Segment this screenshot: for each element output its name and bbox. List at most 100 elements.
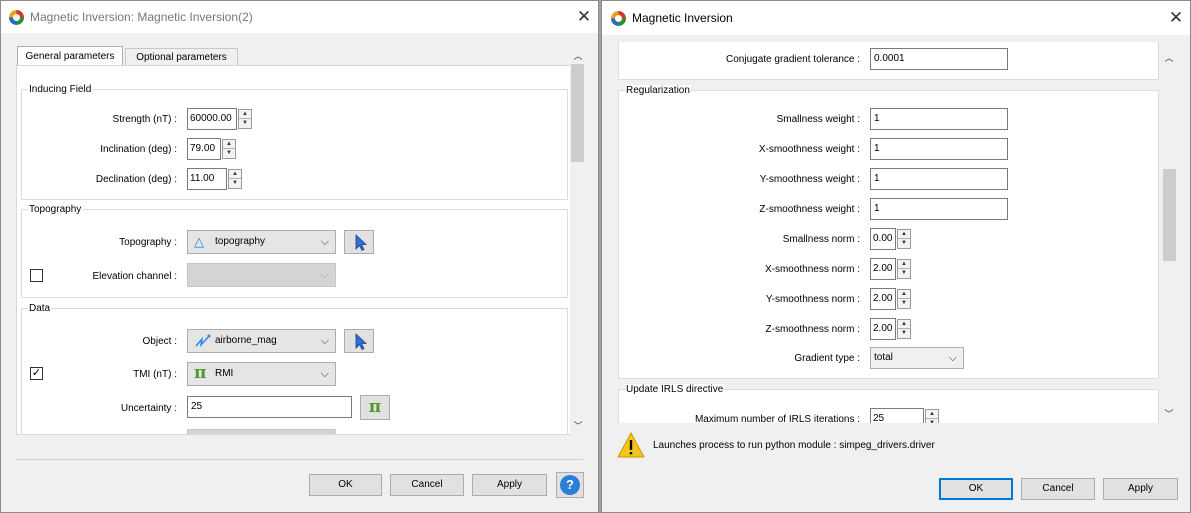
strength-input[interactable]: 60000.00 [187,108,237,130]
spin-down-icon[interactable]: ▼ [898,329,910,338]
general-parameters-panel: Inducing Field Strength (nT) : 60000.00 … [16,65,571,435]
chevron-down-icon: ⌵ [320,368,329,380]
tmi-dropdown[interactable]: π RMI ⌵ [187,362,336,386]
app-logo-icon [9,10,24,25]
left-title-bar[interactable]: Magnetic Inversion: Magnetic Inversion(2… [1,1,598,33]
hidden-row-dropdown[interactable] [187,429,336,434]
help-button[interactable]: ? [556,472,584,498]
status-message: Launches process to run python module : … [653,440,935,451]
smallness-weight-input[interactable]: 1 [870,108,1008,130]
scroll-down-icon[interactable]: ﹀ [570,419,586,432]
topography-title: Topography [28,204,83,215]
spin-down-icon[interactable]: ▼ [898,269,910,278]
y-smoothness-norm-label: Y-smoothness norm : [765,294,860,305]
gradient-type-label: Gradient type : [794,353,860,364]
scroll-up-icon[interactable]: ︿ [1161,51,1177,64]
spin-up-icon[interactable]: ▲ [229,170,241,179]
z-smoothness-norm-input[interactable]: 2.00 [870,318,896,340]
inducing-field-group: Inducing Field Strength (nT) : 60000.00 … [21,84,568,200]
scroll-up-icon[interactable]: ︿ [570,49,586,62]
left-close-icon[interactable]: ✕ [569,5,598,29]
left-window-title: Magnetic Inversion: Magnetic Inversion(2… [30,10,253,24]
declination-input[interactable]: 11.00 [187,168,227,190]
spin-down-icon[interactable]: ▼ [898,239,910,248]
cursor-arrow-icon [355,333,368,351]
right-cancel-button[interactable]: Cancel [1021,478,1095,500]
cg-tolerance-input[interactable]: 0.0001 [870,48,1008,70]
regularization-group: Regularization Smallness weight : 1 X-sm… [618,85,1159,379]
elevation-channel-dropdown[interactable]: ⌵ [187,263,336,287]
warning-icon [617,431,645,458]
left-apply-button[interactable]: Apply [472,474,547,496]
z-smoothness-weight-label: Z-smoothness weight : [759,204,860,215]
strength-spinner[interactable]: ▲ ▼ [238,109,252,129]
x-smoothness-norm-input[interactable]: 2.00 [870,258,896,280]
left-scroll-thumb[interactable] [571,64,584,162]
inclination-input[interactable]: 79.00 [187,138,221,160]
right-close-icon[interactable]: ✕ [1161,6,1190,30]
x-smoothness-norm-spinner[interactable]: ▲ ▼ [897,259,911,279]
spin-down-icon[interactable]: ▼ [239,119,251,128]
spin-up-icon[interactable]: ▲ [898,320,910,329]
uncertainty-label: Uncertainty : [120,403,177,414]
uncertainty-input[interactable]: 25 [187,396,352,418]
smallness-norm-spinner[interactable]: ▲ ▼ [897,229,911,249]
app-logo-icon [611,11,626,26]
irls-group: Update IRLS directive Maximum number of … [618,384,1159,423]
spin-up-icon[interactable]: ▲ [926,410,938,419]
tab-optional-parameters[interactable]: Optional parameters [125,48,238,66]
flight-lines-icon [195,334,211,348]
declination-spinner[interactable]: ▲ ▼ [228,169,242,189]
right-scroll-thumb[interactable] [1163,169,1176,261]
z-smoothness-norm-label: Z-smoothness norm : [765,324,860,335]
right-window-title: Magnetic Inversion [632,11,733,25]
optional-parameters-panel: Conjugate gradient tolerance : 0.0001 Re… [616,42,1161,423]
topography-label: Topography : [119,237,177,248]
y-smoothness-weight-input[interactable]: 1 [870,168,1008,190]
x-smoothness-weight-input[interactable]: 1 [870,138,1008,160]
max-irls-iterations-spinner[interactable]: ▲ ▼ [925,409,939,423]
chevron-down-icon: ⌵ [320,236,329,248]
scroll-down-icon[interactable]: ﹀ [1161,407,1177,420]
spin-up-icon[interactable]: ▲ [239,110,251,119]
pi-icon: π [368,397,382,417]
y-smoothness-norm-spinner[interactable]: ▲ ▼ [897,289,911,309]
inducing-field-title: Inducing Field [28,84,93,95]
smallness-norm-input[interactable]: 0.00 [870,228,896,250]
object-dropdown[interactable]: airborne_mag ⌵ [187,329,336,353]
topography-dropdown[interactable]: △ topography ⌵ [187,230,336,254]
topography-select-cursor-button[interactable] [344,230,374,254]
spin-up-icon[interactable]: ▲ [898,230,910,239]
inclination-spinner[interactable]: ▲ ▼ [222,139,236,159]
strength-label: Strength (nT) : [112,114,177,125]
left-ok-button[interactable]: OK [309,474,382,496]
spin-down-icon[interactable]: ▼ [926,419,938,423]
tab-general-parameters[interactable]: General parameters [17,46,123,66]
spin-up-icon[interactable]: ▲ [223,140,235,149]
z-smoothness-norm-spinner[interactable]: ▲ ▼ [897,319,911,339]
right-apply-button[interactable]: Apply [1103,478,1178,500]
hidden-row-checkbox[interactable] [30,434,43,435]
object-select-cursor-button[interactable] [344,329,374,353]
data-group: Data Object : airborne_mag ⌵ ✓ TMI (nT) … [21,303,568,435]
right-title-bar[interactable]: Magnetic Inversion ✕ [602,1,1190,35]
spin-up-icon[interactable]: ▲ [898,260,910,269]
y-smoothness-norm-input[interactable]: 2.00 [870,288,896,310]
max-irls-iterations-input[interactable]: 25 [870,408,924,423]
cg-tolerance-label: Conjugate gradient tolerance : [726,54,860,65]
elevation-channel-checkbox[interactable] [30,269,43,282]
topography-value: topography [215,236,266,247]
help-icon: ? [560,475,580,495]
tmi-checkbox[interactable]: ✓ [30,367,43,380]
elevation-channel-label: Elevation channel : [92,271,177,282]
uncertainty-constant-toggle-button[interactable]: π [360,395,390,420]
spin-down-icon[interactable]: ▼ [898,299,910,308]
left-cancel-button[interactable]: Cancel [390,474,464,496]
tmi-value: RMI [215,368,234,379]
spin-down-icon[interactable]: ▼ [229,179,241,188]
spin-up-icon[interactable]: ▲ [898,290,910,299]
gradient-type-dropdown[interactable]: total ⌵ [870,347,964,369]
spin-down-icon[interactable]: ▼ [223,149,235,158]
right-ok-button[interactable]: OK [939,478,1013,500]
z-smoothness-weight-input[interactable]: 1 [870,198,1008,220]
